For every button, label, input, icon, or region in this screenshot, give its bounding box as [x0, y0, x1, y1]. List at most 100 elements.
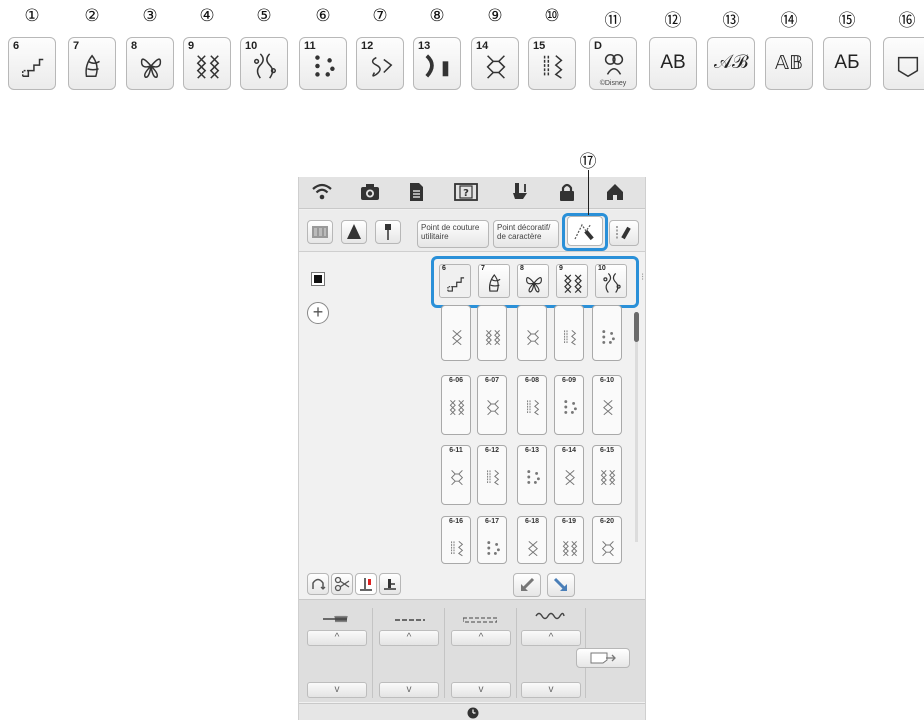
stitch-pattern-row1-4[interactable]: [554, 305, 584, 361]
embroidery-frame-button[interactable]: [307, 220, 333, 244]
category-key-8[interactable]: 8: [126, 37, 174, 90]
category-key-cyrillic-font-icon[interactable]: АБ: [823, 37, 871, 90]
stitch-pattern-row1-1[interactable]: [441, 305, 471, 361]
category-key-13[interactable]: 13: [413, 37, 461, 90]
category-key-10[interactable]: 10: [240, 37, 288, 90]
stitch-pattern-6-15[interactable]: 6-15: [592, 445, 622, 505]
highlight-edit-button: [562, 213, 608, 251]
stitch-code: 6-14: [561, 447, 576, 454]
camera-icon[interactable]: [359, 182, 381, 207]
needle-button[interactable]: [375, 220, 401, 244]
thread-cone-button[interactable]: [341, 220, 367, 244]
stitch-pattern-6-12[interactable]: 6-12: [477, 445, 507, 505]
category-key-14[interactable]: 14: [471, 37, 519, 90]
category-tab-6[interactable]: 6: [439, 264, 471, 298]
stitch-code: 6-19: [561, 518, 576, 525]
help-icon[interactable]: ?: [453, 182, 479, 207]
utility-stitch-tab[interactable]: Point de couture utilitaire: [417, 220, 489, 248]
utility-stitch-label: Point de couture utilitaire: [421, 223, 480, 241]
stitch-pattern-6-19[interactable]: 6-19: [554, 516, 584, 564]
stitch-code: 6-18: [524, 518, 539, 525]
category-tab-8[interactable]: 8: [517, 264, 549, 298]
stitch-pattern-6-13[interactable]: 6-13: [517, 445, 547, 505]
stitch-pattern-6-11[interactable]: 6-11: [441, 445, 471, 505]
tension-icon: [535, 608, 565, 626]
category-key-D[interactable]: D ©Disney: [589, 37, 637, 90]
legend-number-11: ⑪: [604, 11, 622, 31]
category-key-outline-font-icon[interactable]: 𝔸𝔹: [765, 37, 813, 90]
thread-color-swatch[interactable]: [311, 272, 325, 286]
stitch-pattern-6-09[interactable]: 6-09: [554, 375, 584, 435]
category-tab-9[interactable]: 9: [556, 264, 588, 298]
stitch-code: 6-15: [599, 447, 614, 454]
category-tab-10[interactable]: 10: [595, 264, 627, 298]
category-key-6[interactable]: 6: [8, 37, 56, 90]
width-down-button[interactable]: v: [307, 682, 367, 698]
decorative-stitch-tab[interactable]: Point décoratif/ de caractère: [493, 220, 559, 248]
category-key-12[interactable]: 12: [356, 37, 404, 90]
device-screen: ? Point de couture utilitaire Point déco…: [298, 177, 646, 720]
pivot-button[interactable]: [379, 573, 401, 595]
legend-number-2: ②: [84, 6, 100, 26]
legend-number-6: ⑥: [315, 6, 331, 26]
stitch-pattern-6-06[interactable]: 6-06: [441, 375, 471, 435]
stitch-pattern-6-18[interactable]: 6-18: [517, 516, 547, 564]
gothic-font-icon: AB: [660, 52, 686, 73]
legend-number-5: ⑤: [256, 6, 272, 26]
length-down-button[interactable]: v: [379, 682, 439, 698]
category-key-9[interactable]: 9: [183, 37, 231, 90]
length-up-button[interactable]: ^: [379, 630, 439, 646]
stitch-pattern-6-16[interactable]: 6-16: [441, 516, 471, 564]
category-tab-7[interactable]: 7: [478, 264, 510, 298]
stitch-pattern-6-10[interactable]: 6-10: [592, 375, 622, 435]
stitch-pattern-row1-2[interactable]: [477, 305, 507, 361]
stitch-code: 6-10: [599, 377, 614, 384]
top-toolbar: ?: [299, 177, 645, 209]
stitch-pattern-row1-5[interactable]: [592, 305, 622, 361]
tension-up-button[interactable]: ^: [521, 630, 581, 646]
mirror-right-button[interactable]: [547, 573, 575, 597]
stitch-pattern-6-14[interactable]: 6-14: [554, 445, 584, 505]
needle-stop-button[interactable]: [355, 573, 377, 595]
legend-number-14: ⑭: [780, 11, 798, 31]
presser-foot-icon[interactable]: [509, 182, 531, 207]
stitch-pattern-6-20[interactable]: 6-20: [592, 516, 622, 564]
set-button[interactable]: [576, 648, 630, 668]
category-key-11[interactable]: 11: [299, 37, 347, 90]
document-icon[interactable]: [407, 182, 425, 207]
add-button[interactable]: +: [307, 302, 329, 324]
density-up-button[interactable]: ^: [451, 630, 511, 646]
legend-number-9: ⑨: [487, 6, 503, 26]
stitch-code: 6-12: [484, 447, 499, 454]
stitch-length-icon: [395, 610, 425, 628]
scrollbar-thumb[interactable]: [634, 312, 639, 342]
tabs-more-indicator: ⁝: [641, 272, 645, 283]
wifi-icon[interactable]: [311, 182, 333, 207]
stitch-pattern-row1-3[interactable]: [517, 305, 547, 361]
thread-cutter-button[interactable]: [331, 573, 353, 595]
category-key-7[interactable]: 7: [68, 37, 116, 90]
stitch-code: 6-06: [448, 377, 463, 384]
mirror-left-button[interactable]: [513, 573, 541, 597]
svg-text:?: ?: [463, 188, 469, 199]
tension-down-button[interactable]: v: [521, 682, 581, 698]
width-up-button[interactable]: ^: [307, 630, 367, 646]
home-icon[interactable]: [605, 182, 625, 207]
stitch-memory-button[interactable]: [609, 220, 639, 246]
category-key-script-font-icon[interactable]: 𝒜ℬ: [707, 37, 755, 90]
category-key-gothic-font-icon[interactable]: AB: [649, 37, 697, 90]
stitch-pattern-6-17[interactable]: 6-17: [477, 516, 507, 564]
category-key-pocket-icon[interactable]: [883, 37, 924, 90]
stitch-pattern-6-08[interactable]: 6-08: [517, 375, 547, 435]
stitch-code: 6-20: [599, 518, 614, 525]
callout-17: ⑰: [579, 152, 597, 172]
scrollbar-track[interactable]: [635, 312, 638, 542]
lock-icon[interactable]: [558, 182, 576, 207]
stitch-pattern-6-07[interactable]: 6-07: [477, 375, 507, 435]
category-key-15[interactable]: 15: [528, 37, 576, 90]
density-down-button[interactable]: v: [451, 682, 511, 698]
legend-number-15: ⑮: [838, 11, 856, 31]
settings-panel: ^ ^ ^ ^ v v v v: [299, 599, 645, 702]
decorative-stitch-label: Point décoratif/ de caractère: [497, 223, 551, 241]
reverse-stitch-button[interactable]: [307, 573, 329, 595]
